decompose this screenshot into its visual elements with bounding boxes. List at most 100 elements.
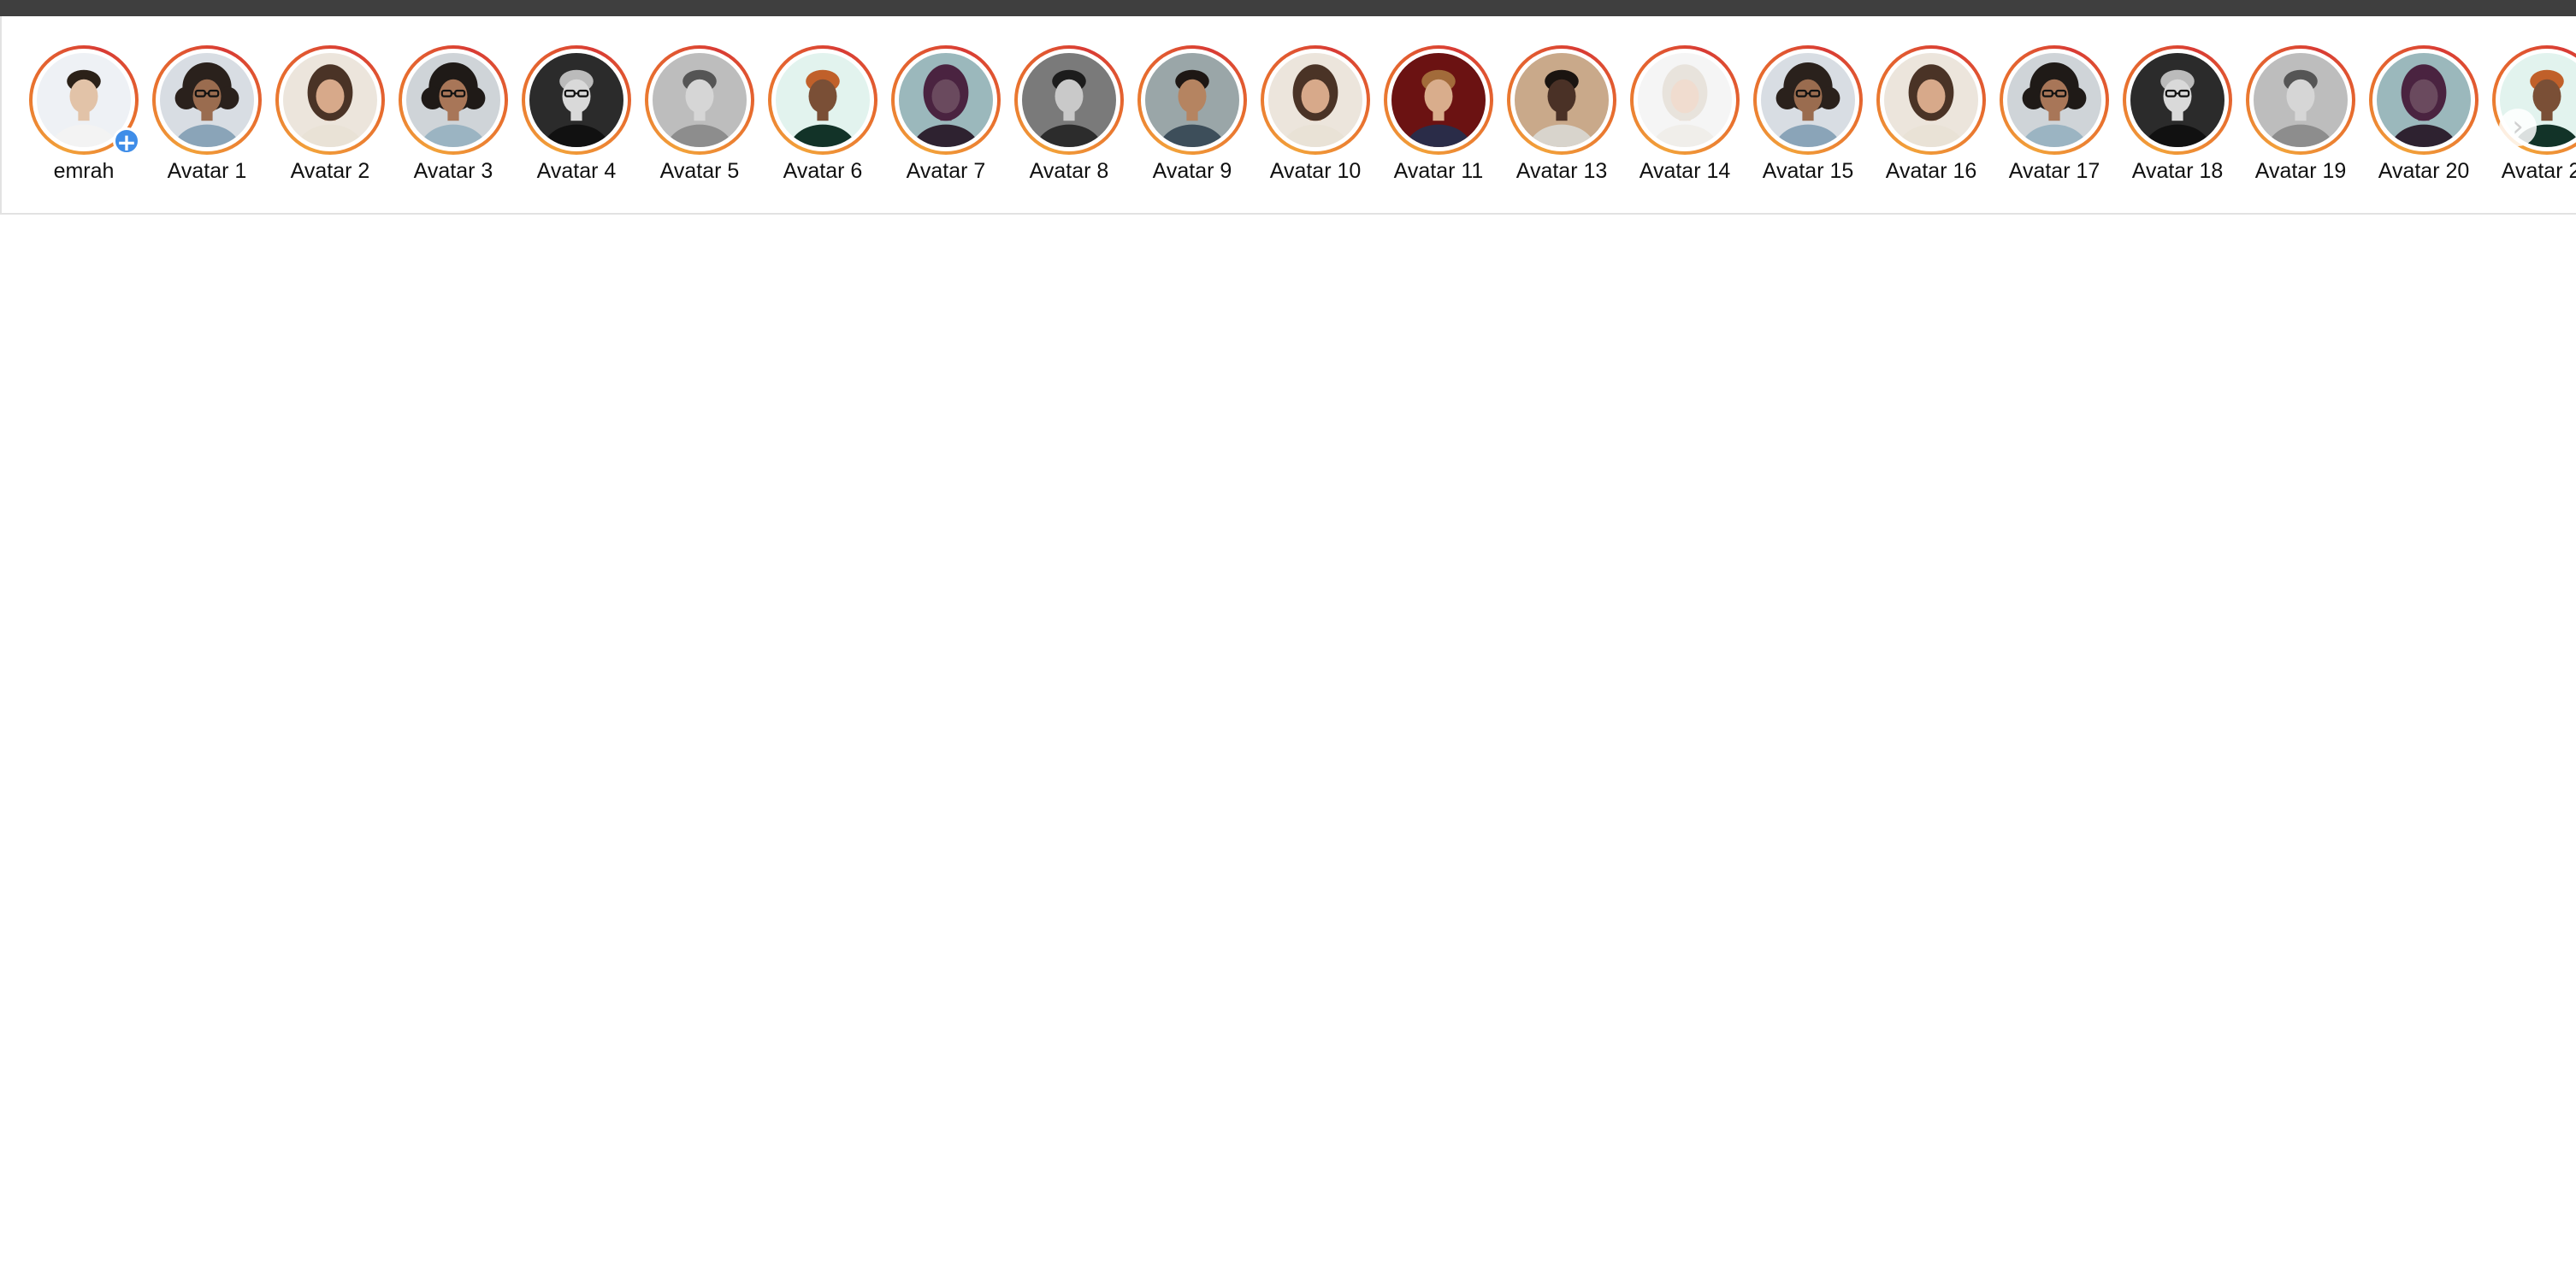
avatar: [1638, 53, 1732, 147]
avatar-image: [2377, 53, 2471, 147]
avatar: [653, 53, 747, 147]
avatar: [2007, 53, 2101, 147]
story-item[interactable]: Avatar 14: [1628, 45, 1741, 184]
avatar: [160, 53, 254, 147]
story-ring[interactable]: [891, 45, 1001, 155]
story-ring[interactable]: [1384, 45, 1493, 155]
ring-gap: [2003, 49, 2106, 151]
story-item[interactable]: Avatar 8: [1013, 45, 1126, 184]
story-item[interactable]: Avatar 16: [1875, 45, 1988, 184]
story-label: Avatar 6: [783, 159, 863, 183]
ring-gap: [1264, 49, 1367, 151]
story-label: Avatar 8: [1029, 159, 1109, 183]
story-item[interactable]: Avatar 10: [1259, 45, 1372, 184]
ring-gap: [279, 49, 381, 151]
story-item[interactable]: Avatar 3: [397, 45, 510, 184]
avatar: [1884, 53, 1978, 147]
ring-gap: [1387, 49, 1490, 151]
story-item[interactable]: Avatar 13: [1505, 45, 1618, 184]
story-ring[interactable]: [645, 45, 754, 155]
avatar-image: [529, 53, 623, 147]
story-ring[interactable]: +: [29, 45, 140, 156]
ring-gap: [2126, 49, 2229, 151]
ring-gap: [525, 49, 628, 151]
story-ring[interactable]: [2000, 45, 2109, 155]
story-item[interactable]: Avatar 11: [1382, 45, 1495, 184]
avatar: [2254, 53, 2348, 147]
story-item[interactable]: Avatar 18: [2121, 45, 2234, 184]
avatar: [2377, 53, 2471, 147]
story-ring[interactable]: [1753, 45, 1863, 155]
story-ring[interactable]: [1261, 45, 1370, 155]
story-ring[interactable]: [1137, 45, 1247, 155]
avatar: [406, 53, 500, 147]
story-ring[interactable]: [2123, 45, 2232, 155]
avatar-image: [283, 53, 377, 147]
avatar: [1268, 53, 1362, 147]
story-item[interactable]: Avatar 17: [1998, 45, 2111, 184]
story-label: Avatar 9: [1152, 159, 1232, 183]
story-label: Avatar 11: [1393, 159, 1484, 183]
avatar: [283, 53, 377, 147]
story-item[interactable]: Avatar 15: [1752, 45, 1864, 184]
story-label: Avatar 4: [536, 159, 617, 183]
story-ring[interactable]: [275, 45, 385, 155]
story-own[interactable]: + emrah: [27, 45, 140, 184]
story-ring[interactable]: [152, 45, 262, 155]
story-ring[interactable]: [522, 45, 631, 155]
stories-bar[interactable]: + emrah Avatar 1 Avatar 2 Avatar 3 Avatar 4 Av…: [0, 16, 2576, 215]
story-item[interactable]: Avatar 4: [520, 45, 633, 184]
avatar-image: [160, 53, 254, 147]
story-label: Avatar 13: [1515, 159, 1608, 183]
avatar-image: [2007, 53, 2101, 147]
story-item[interactable]: Avatar 1: [151, 45, 263, 184]
story-ring[interactable]: [2369, 45, 2479, 155]
story-label: Avatar 7: [906, 159, 986, 183]
avatar: [776, 53, 870, 147]
story-label: Avatar 16: [1885, 159, 1977, 183]
avatar-image: [1268, 53, 1362, 147]
story-item[interactable]: Avatar 20: [2367, 45, 2480, 184]
story-ring[interactable]: [1014, 45, 1124, 155]
avatar: [1022, 53, 1116, 147]
ring-gap: [648, 49, 751, 151]
ring-gap: [1018, 49, 1120, 151]
story-label: Avatar 3: [413, 159, 493, 183]
add-story-icon[interactable]: +: [113, 127, 140, 156]
avatar-image: [2130, 53, 2224, 147]
avatar-image: [1884, 53, 1978, 147]
story-label: Avatar 2: [290, 159, 370, 183]
story-label: Avatar 5: [659, 159, 740, 183]
avatar: [1761, 53, 1855, 147]
avatar-image: [653, 53, 747, 147]
ring-gap: [156, 49, 258, 151]
story-label: emrah: [53, 159, 115, 183]
avatar: [529, 53, 623, 147]
story-ring[interactable]: [768, 45, 877, 155]
avatar-image: [899, 53, 993, 147]
chevron-right-icon[interactable]: ›: [2499, 109, 2537, 146]
story-label: Avatar 15: [1762, 159, 1854, 183]
ring-gap: [2372, 49, 2475, 151]
story-label: Avatar 1: [167, 159, 247, 183]
story-item[interactable]: Avatar 7: [889, 45, 1002, 184]
browser-top-bar: [0, 0, 2576, 16]
story-ring[interactable]: [1630, 45, 1740, 155]
story-ring[interactable]: [1876, 45, 1986, 155]
story-item[interactable]: Avatar 9: [1136, 45, 1249, 184]
avatar: [899, 53, 993, 147]
ring-gap: [1757, 49, 1859, 151]
ring-gap: [895, 49, 997, 151]
story-item[interactable]: Avatar 5: [643, 45, 756, 184]
ring-gap: [2249, 49, 2352, 151]
story-label: Avatar 21: [2501, 159, 2576, 183]
story-ring[interactable]: [2246, 45, 2355, 155]
avatar-image: [1515, 53, 1609, 147]
story-ring[interactable]: [399, 45, 508, 155]
story-item[interactable]: Avatar 2: [274, 45, 387, 184]
story-label: Avatar 14: [1639, 159, 1731, 183]
story-item[interactable]: Avatar 19: [2244, 45, 2357, 184]
story-item[interactable]: Avatar 6: [766, 45, 879, 184]
story-ring[interactable]: [1507, 45, 1616, 155]
avatar: [2130, 53, 2224, 147]
